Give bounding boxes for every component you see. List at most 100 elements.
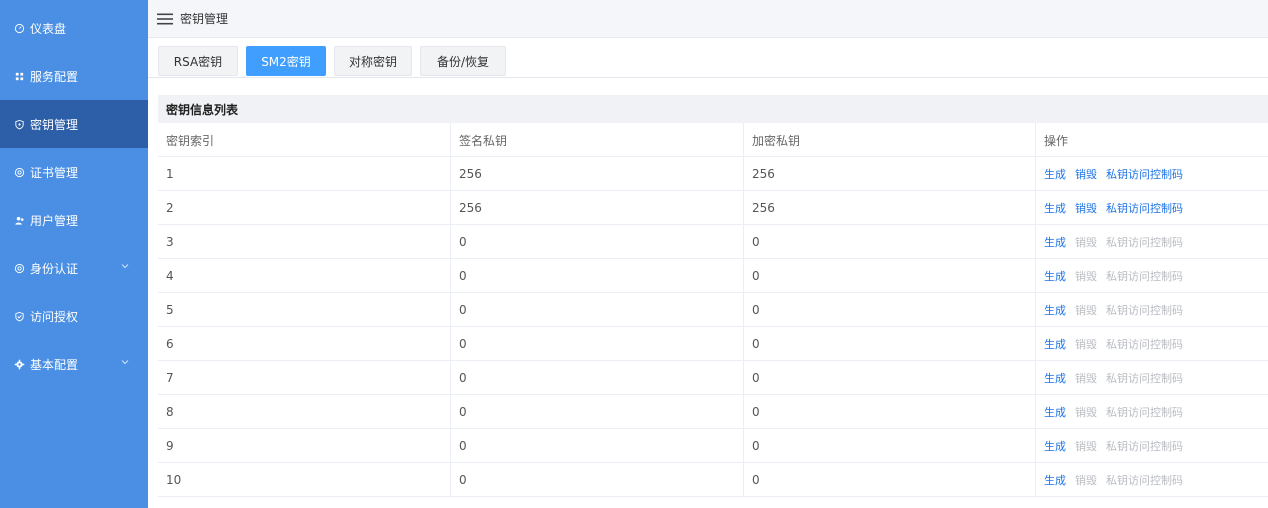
access-code-link[interactable]: 私钥访问控制码 bbox=[1106, 302, 1183, 318]
section-title: 密钥信息列表 bbox=[158, 95, 1268, 123]
sidebar-item-label: 证书管理 bbox=[30, 165, 79, 180]
destroy-link[interactable]: 销毁 bbox=[1075, 234, 1097, 250]
actions-cell: 生成 销毁 私钥访问控制码 bbox=[1035, 361, 1268, 395]
destroy-link[interactable]: 销毁 bbox=[1075, 438, 1097, 454]
generate-link[interactable]: 生成 bbox=[1044, 200, 1066, 216]
key-index-cell: 10 bbox=[166, 473, 182, 487]
destroy-link[interactable]: 销毁 bbox=[1075, 200, 1097, 216]
tab-symmetric-key[interactable]: 对称密钥 bbox=[334, 46, 412, 76]
destroy-link[interactable]: 销毁 bbox=[1075, 472, 1097, 488]
grid-icon bbox=[12, 69, 26, 83]
hamburger-icon[interactable] bbox=[156, 12, 174, 26]
enc-key-cell: 0 bbox=[743, 293, 1035, 327]
enc-key-cell: 256 bbox=[743, 191, 1035, 225]
sidebar-item-access-authorization[interactable]: 访问授权 bbox=[0, 292, 148, 340]
key-index-cell: 8 bbox=[166, 405, 174, 419]
actions-cell: 生成 销毁 私钥访问控制码 bbox=[1035, 463, 1268, 497]
key-index-cell: 9 bbox=[166, 439, 174, 453]
destroy-link[interactable]: 销毁 bbox=[1075, 370, 1097, 386]
table-row: 8 0 0 生成 销毁 私钥访问控制码 bbox=[158, 395, 1268, 429]
sidebar-item-label: 基本配置 bbox=[30, 357, 79, 372]
sign-key-cell: 256 bbox=[450, 191, 743, 225]
enc-key-cell: 256 bbox=[743, 157, 1035, 191]
sign-key-cell: 0 bbox=[450, 361, 743, 395]
actions-cell: 生成 销毁 私钥访问控制码 bbox=[1035, 293, 1268, 327]
key-index-cell: 2 bbox=[166, 201, 174, 215]
sidebar-item-label: 用户管理 bbox=[30, 213, 79, 228]
tab-rsa-key[interactable]: RSA密钥 bbox=[158, 46, 238, 76]
sidebar-item-service-config[interactable]: 服务配置 bbox=[0, 52, 148, 100]
generate-link[interactable]: 生成 bbox=[1044, 268, 1066, 284]
actions-cell: 生成 销毁 私钥访问控制码 bbox=[1035, 191, 1268, 225]
enc-key-cell: 0 bbox=[743, 463, 1035, 497]
generate-link[interactable]: 生成 bbox=[1044, 438, 1066, 454]
enc-key-cell: 0 bbox=[743, 395, 1035, 429]
destroy-link[interactable]: 销毁 bbox=[1075, 302, 1097, 318]
key-index-cell: 5 bbox=[166, 303, 174, 317]
destroy-link[interactable]: 销毁 bbox=[1075, 336, 1097, 352]
column-header: 密钥索引 bbox=[166, 133, 215, 148]
sign-key-cell: 256 bbox=[450, 157, 743, 191]
key-icon bbox=[12, 117, 26, 131]
column-header: 签名私钥 bbox=[450, 123, 743, 157]
sidebar: 仪表盘 服务配置 密钥管理 证书管理 用户管理 身份认证 访问授权 基本配置 bbox=[0, 0, 148, 508]
key-index-cell: 1 bbox=[166, 167, 174, 181]
table-row: 1 256 256 生成 销毁 私钥访问控制码 bbox=[158, 157, 1268, 191]
generate-link[interactable]: 生成 bbox=[1044, 234, 1066, 250]
key-table: 密钥索引 签名私钥 加密私钥 操作 1 256 256 生成 销毁 私钥访问控制码 2 256… bbox=[158, 123, 1268, 497]
users-icon bbox=[12, 213, 26, 227]
access-code-link[interactable]: 私钥访问控制码 bbox=[1106, 166, 1183, 182]
enc-key-cell: 0 bbox=[743, 361, 1035, 395]
sidebar-item-identity-auth[interactable]: 身份认证 bbox=[0, 244, 148, 292]
enc-key-cell: 0 bbox=[743, 259, 1035, 293]
sidebar-item-basic-config[interactable]: 基本配置 bbox=[0, 340, 148, 388]
access-code-link[interactable]: 私钥访问控制码 bbox=[1106, 200, 1183, 216]
sidebar-item-user-management[interactable]: 用户管理 bbox=[0, 196, 148, 244]
destroy-link[interactable]: 销毁 bbox=[1075, 404, 1097, 420]
generate-link[interactable]: 生成 bbox=[1044, 404, 1066, 420]
access-code-link[interactable]: 私钥访问控制码 bbox=[1106, 268, 1183, 284]
access-code-link[interactable]: 私钥访问控制码 bbox=[1106, 370, 1183, 386]
actions-cell: 生成 销毁 私钥访问控制码 bbox=[1035, 225, 1268, 259]
actions-cell: 生成 销毁 私钥访问控制码 bbox=[1035, 429, 1268, 463]
sign-key-cell: 0 bbox=[450, 225, 743, 259]
table-row: 10 0 0 生成 销毁 私钥访问控制码 bbox=[158, 463, 1268, 497]
sidebar-item-label: 服务配置 bbox=[30, 69, 79, 84]
chevron-down-icon bbox=[121, 264, 129, 269]
tab-sm2-key[interactable]: SM2密钥 bbox=[246, 46, 326, 76]
table-row: 3 0 0 生成 销毁 私钥访问控制码 bbox=[158, 225, 1268, 259]
sign-key-cell: 0 bbox=[450, 327, 743, 361]
actions-cell: 生成 销毁 私钥访问控制码 bbox=[1035, 259, 1268, 293]
generate-link[interactable]: 生成 bbox=[1044, 166, 1066, 182]
column-header: 加密私钥 bbox=[743, 123, 1035, 157]
destroy-link[interactable]: 销毁 bbox=[1075, 268, 1097, 284]
sidebar-item-certificate-management[interactable]: 证书管理 bbox=[0, 148, 148, 196]
sign-key-cell: 0 bbox=[450, 429, 743, 463]
enc-key-cell: 0 bbox=[743, 429, 1035, 463]
actions-cell: 生成 销毁 私钥访问控制码 bbox=[1035, 327, 1268, 361]
generate-link[interactable]: 生成 bbox=[1044, 302, 1066, 318]
gear-icon bbox=[12, 357, 26, 371]
table-row: 9 0 0 生成 销毁 私钥访问控制码 bbox=[158, 429, 1268, 463]
access-code-link[interactable]: 私钥访问控制码 bbox=[1106, 404, 1183, 420]
sign-key-cell: 0 bbox=[450, 259, 743, 293]
generate-link[interactable]: 生成 bbox=[1044, 336, 1066, 352]
destroy-link[interactable]: 销毁 bbox=[1075, 166, 1097, 182]
sign-key-cell: 0 bbox=[450, 395, 743, 429]
dashboard-icon bbox=[12, 21, 26, 35]
generate-link[interactable]: 生成 bbox=[1044, 370, 1066, 386]
shield-icon bbox=[12, 309, 26, 323]
sidebar-item-dashboard[interactable]: 仪表盘 bbox=[0, 4, 148, 52]
key-index-cell: 3 bbox=[166, 235, 174, 249]
enc-key-cell: 0 bbox=[743, 225, 1035, 259]
tab-backup-restore[interactable]: 备份/恢复 bbox=[420, 46, 506, 76]
sidebar-item-key-management[interactable]: 密钥管理 bbox=[0, 100, 148, 148]
access-code-link[interactable]: 私钥访问控制码 bbox=[1106, 472, 1183, 488]
key-index-cell: 6 bbox=[166, 337, 174, 351]
access-code-link[interactable]: 私钥访问控制码 bbox=[1106, 336, 1183, 352]
sign-key-cell: 0 bbox=[450, 293, 743, 327]
key-index-cell: 4 bbox=[166, 269, 174, 283]
generate-link[interactable]: 生成 bbox=[1044, 472, 1066, 488]
access-code-link[interactable]: 私钥访问控制码 bbox=[1106, 438, 1183, 454]
access-code-link[interactable]: 私钥访问控制码 bbox=[1106, 234, 1183, 250]
